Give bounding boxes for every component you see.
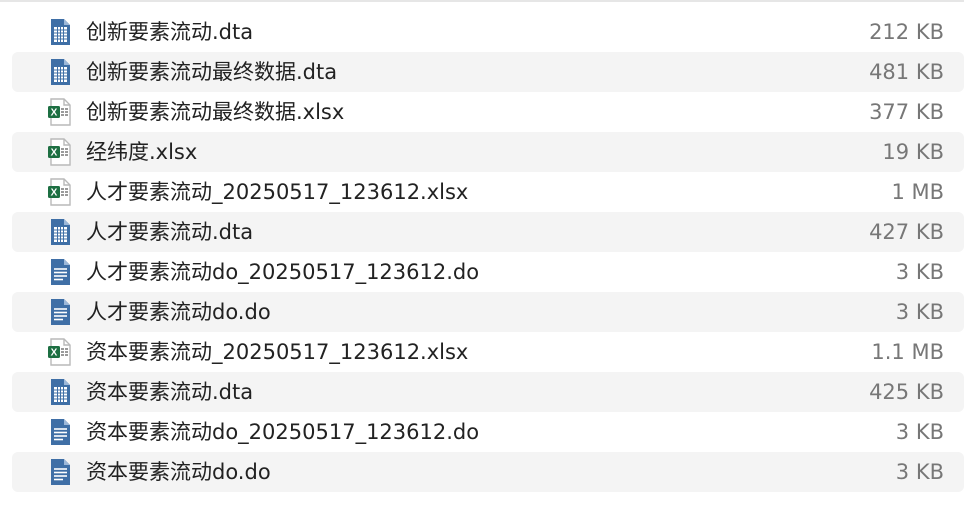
dta-file-icon xyxy=(47,18,73,46)
svg-text:X: X xyxy=(51,348,58,359)
file-row[interactable]: 资本要素流动.dta 425 KB xyxy=(12,372,964,412)
file-name: 资本要素流动do_20250517_123612.do xyxy=(86,420,480,444)
file-size: 3 KB xyxy=(895,260,944,284)
file-row[interactable]: X 资本要素流动_20250517_123612.xlsx 1.1 MB xyxy=(12,332,964,372)
excel-file-icon: X xyxy=(47,338,73,366)
svg-text:X: X xyxy=(51,108,58,119)
svg-text:X: X xyxy=(51,148,58,159)
svg-text:X: X xyxy=(51,188,58,199)
file-size: 212 KB xyxy=(869,20,944,44)
file-name: 资本要素流动.dta xyxy=(86,380,254,404)
file-row[interactable]: X 人才要素流动_20250517_123612.xlsx 1 MB xyxy=(12,172,964,212)
file-name: 资本要素流动do.do xyxy=(86,460,271,484)
file-size: 1 MB xyxy=(891,180,944,204)
file-size: 3 KB xyxy=(895,460,944,484)
file-row[interactable]: 资本要素流动do.do 3 KB xyxy=(12,452,964,492)
file-name: 人才要素流动_20250517_123612.xlsx xyxy=(86,180,469,204)
do-file-icon xyxy=(47,418,73,446)
file-size: 3 KB xyxy=(895,420,944,444)
file-name: 创新要素流动最终数据.dta xyxy=(86,60,338,84)
file-name: 人才要素流动do_20250517_123612.do xyxy=(86,260,480,284)
file-row[interactable]: X 经纬度.xlsx 19 KB xyxy=(12,132,964,172)
do-file-icon xyxy=(47,458,73,486)
file-size: 427 KB xyxy=(869,220,944,244)
file-name: 人才要素流动.dta xyxy=(86,220,254,244)
file-row[interactable]: 资本要素流动do_20250517_123612.do 3 KB xyxy=(12,412,964,452)
file-row[interactable]: 人才要素流动do_20250517_123612.do 3 KB xyxy=(12,252,964,292)
dta-file-icon xyxy=(47,58,73,86)
file-row[interactable]: 创新要素流动.dta 212 KB xyxy=(12,12,964,52)
file-size: 3 KB xyxy=(895,300,944,324)
excel-file-icon: X xyxy=(47,138,73,166)
file-size: 481 KB xyxy=(869,60,944,84)
file-size: 19 KB xyxy=(882,140,944,164)
dta-file-icon xyxy=(47,378,73,406)
file-name: 资本要素流动_20250517_123612.xlsx xyxy=(86,340,469,364)
file-row[interactable]: X 创新要素流动最终数据.xlsx 377 KB xyxy=(12,92,964,132)
file-name: 人才要素流动do.do xyxy=(86,300,271,324)
file-name: 经纬度.xlsx xyxy=(86,140,198,164)
do-file-icon xyxy=(47,298,73,326)
dta-file-icon xyxy=(47,218,73,246)
top-divider xyxy=(0,0,964,2)
file-size: 425 KB xyxy=(869,380,944,404)
file-size: 377 KB xyxy=(869,100,944,124)
file-size: 1.1 MB xyxy=(871,340,944,364)
do-file-icon xyxy=(47,258,73,286)
excel-file-icon: X xyxy=(47,178,73,206)
file-row[interactable]: 创新要素流动最终数据.dta 481 KB xyxy=(12,52,964,92)
file-row[interactable]: 人才要素流动do.do 3 KB xyxy=(12,292,964,332)
excel-file-icon: X xyxy=(47,98,73,126)
file-list[interactable]: 创新要素流动.dta 212 KB 创新要素流动最终数据.dta 481 KB … xyxy=(12,12,964,492)
file-name: 创新要素流动.dta xyxy=(86,20,254,44)
file-name: 创新要素流动最终数据.xlsx xyxy=(86,100,345,124)
file-row[interactable]: 人才要素流动.dta 427 KB xyxy=(12,212,964,252)
